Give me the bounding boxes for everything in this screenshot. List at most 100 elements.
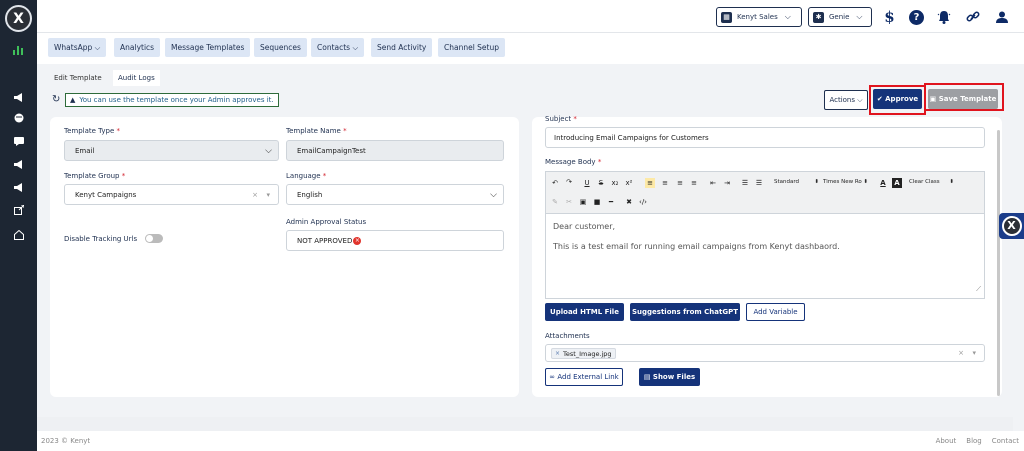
- dollar-icon[interactable]: $: [879, 7, 900, 27]
- format-select[interactable]: Standard ⬍: [774, 179, 819, 185]
- nav-sequences[interactable]: Sequences: [254, 38, 307, 57]
- underline-icon[interactable]: U: [582, 178, 592, 188]
- approve-button[interactable]: ✔ Approve: [873, 89, 922, 109]
- analytics-icon[interactable]: [10, 43, 27, 57]
- logo-letter: X: [13, 10, 24, 27]
- check-icon: ✔: [876, 95, 883, 103]
- bullet-list-icon[interactable]: ☰: [740, 178, 750, 188]
- label-text: Language: [286, 172, 321, 180]
- subject-field[interactable]: Introducing Email Campaigns for Customer…: [545, 127, 985, 148]
- show-files-button[interactable]: ▤ Show Files: [639, 368, 700, 386]
- help-glyph: ?: [909, 9, 924, 25]
- remove-icon[interactable]: ×: [555, 350, 560, 357]
- actions-dropdown[interactable]: Actions ⌵: [824, 90, 868, 110]
- message-icon[interactable]: [10, 134, 27, 148]
- account-selector[interactable]: ▦ Kenyt Sales ⌵: [716, 7, 802, 27]
- required-mark: *: [116, 127, 120, 135]
- justify-icon[interactable]: ≡: [689, 178, 699, 188]
- template-name-field[interactable]: EmailCampaignTest: [286, 140, 504, 161]
- account-name: Kenyt Sales: [737, 13, 778, 21]
- chat-widget-launcher[interactable]: X: [999, 213, 1024, 239]
- horizontal-rule-icon[interactable]: ━: [606, 197, 616, 207]
- home-icon[interactable]: [10, 228, 27, 242]
- footer-link-about[interactable]: About: [936, 437, 957, 445]
- field-value: EmailCampaignTest: [297, 146, 366, 155]
- select-value: Kenyt Campaigns: [75, 190, 137, 199]
- required-mark: *: [121, 172, 126, 180]
- numbered-list-icon[interactable]: ☰: [754, 178, 764, 188]
- nav-channel-setup[interactable]: Channel Setup: [438, 38, 506, 57]
- chatgpt-suggestions-button[interactable]: Suggestions from ChatGPT: [630, 303, 740, 321]
- label-text: Message Body: [545, 158, 596, 166]
- undo-icon[interactable]: ↶: [550, 178, 560, 188]
- nav-message-templates[interactable]: Message Templates: [165, 38, 251, 57]
- image-icon[interactable]: ▣: [578, 197, 588, 207]
- upload-html-button[interactable]: Upload HTML File: [545, 303, 624, 321]
- align-left-icon[interactable]: ≡: [645, 178, 655, 188]
- tab-audit-logs[interactable]: Audit Logs: [113, 70, 160, 86]
- nav-analytics[interactable]: Analytics: [114, 38, 161, 57]
- outdent-icon[interactable]: ⇤: [708, 178, 718, 188]
- remove-format-icon[interactable]: ✖: [624, 197, 634, 207]
- broadcast-icon[interactable]: [10, 157, 27, 171]
- align-center-icon[interactable]: ≡: [660, 178, 670, 188]
- subscript-icon[interactable]: x₂: [610, 178, 620, 188]
- nav-label: Analytics: [120, 43, 155, 52]
- link-icon[interactable]: ✎: [550, 197, 560, 207]
- attachments-select[interactable]: × Test_Image.jpg × ▾: [545, 344, 985, 362]
- campaign-icon[interactable]: [10, 180, 27, 194]
- nav-contacts[interactable]: Contacts ⌵: [311, 38, 365, 57]
- class-select[interactable]: Clear Class ⬍: [909, 179, 954, 185]
- clear-icon[interactable]: ×: [252, 191, 258, 199]
- required-mark: *: [343, 127, 347, 135]
- save-template-button[interactable]: ▣ Save Template: [928, 89, 998, 109]
- bell-icon[interactable]: [933, 7, 954, 27]
- user-icon[interactable]: [991, 7, 1012, 27]
- nav-label: WhatsApp: [54, 43, 93, 52]
- strikethrough-icon[interactable]: S: [596, 178, 606, 188]
- background-color-icon[interactable]: A: [892, 178, 902, 188]
- language-select[interactable]: English ⌵: [286, 184, 504, 205]
- resize-handle-icon[interactable]: ⟋: [976, 282, 981, 296]
- kenyt-logo[interactable]: X: [5, 5, 32, 32]
- nav-whatsapp[interactable]: WhatsApp ⌵: [48, 38, 107, 57]
- clear-icon[interactable]: ×: [958, 349, 964, 357]
- module-nav: WhatsApp ⌵ Analytics Message Templates S…: [37, 33, 1024, 64]
- font-value: Times New Ro: [823, 179, 862, 185]
- footer-link-contact[interactable]: Contact: [992, 437, 1019, 445]
- bot-selector[interactable]: ✱ Genie ⌵: [808, 7, 872, 27]
- nav-send-activity[interactable]: Send Activity: [371, 38, 433, 57]
- refresh-icon[interactable]: ↻: [52, 94, 60, 105]
- help-icon[interactable]: ?: [906, 7, 927, 27]
- superscript-icon[interactable]: x²: [624, 178, 634, 188]
- tab-edit-template[interactable]: Edit Template: [49, 70, 107, 86]
- template-group-select[interactable]: Kenyt Campaigns × ▾: [64, 184, 279, 205]
- code-view-icon[interactable]: ‹/›: [638, 197, 648, 207]
- message-body-editor[interactable]: Dear customer, This is a test email for …: [545, 213, 985, 299]
- not-approved-icon: ×: [353, 236, 362, 245]
- template-type-select[interactable]: Email ⌵: [64, 140, 279, 161]
- footer-link-blog[interactable]: Blog: [966, 437, 981, 445]
- scrollbar[interactable]: [997, 130, 1000, 396]
- font-select[interactable]: Times New Ro ⬍: [823, 179, 868, 185]
- body-line: This is a test email for running email c…: [553, 242, 840, 251]
- add-variable-button[interactable]: Add Variable: [746, 303, 805, 321]
- disable-tracking-toggle[interactable]: [145, 234, 163, 243]
- copyright: 2023 © Kenyt: [41, 437, 91, 445]
- unlink-icon[interactable]: ✂: [564, 197, 574, 207]
- label-text: Template Group: [64, 172, 120, 180]
- link-icon[interactable]: [962, 7, 983, 27]
- chat-icon[interactable]: [10, 111, 27, 125]
- redo-icon[interactable]: ↷: [564, 177, 574, 187]
- required-mark: *: [597, 158, 602, 166]
- add-external-link-button[interactable]: ∞ Add External Link: [545, 368, 623, 386]
- video-icon[interactable]: ■: [592, 197, 602, 207]
- megaphone-icon[interactable]: [10, 90, 27, 104]
- approve-label: Approve: [885, 95, 919, 103]
- align-right-icon[interactable]: ≡: [675, 178, 685, 188]
- label-text: Template Name: [286, 127, 341, 135]
- indent-icon[interactable]: ⇥: [722, 178, 732, 188]
- text-color-icon[interactable]: A: [878, 178, 888, 188]
- export-icon[interactable]: [10, 203, 27, 217]
- template-group-label: Template Group *: [64, 172, 125, 180]
